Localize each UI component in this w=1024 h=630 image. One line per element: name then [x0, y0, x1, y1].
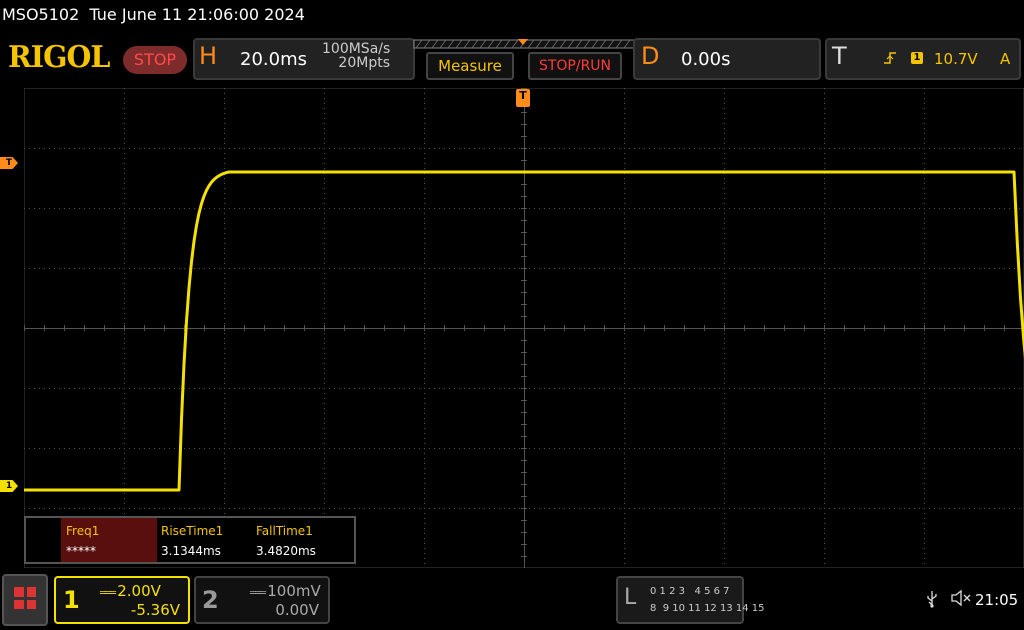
measurement-value: 3.1344ms	[161, 544, 221, 558]
measurement-value: *****	[66, 544, 96, 558]
measure-button[interactable]: Measure	[426, 52, 514, 80]
trigger-mode: A	[1000, 50, 1011, 68]
window-title: MSO5102 Tue June 11 21:06:00 2024	[2, 5, 305, 24]
dc-coupling-icon: ═══	[100, 588, 118, 599]
logic-label: L	[624, 585, 637, 610]
trigger-position-marker[interactable]: T	[516, 89, 530, 107]
trigger-label: T	[832, 42, 847, 70]
channel2-offset: 0.00V	[275, 601, 319, 619]
delay-label: D	[641, 42, 660, 70]
channel1-scale-value: 2.00V	[117, 582, 161, 600]
channel1-scale: ═══ 2.00V	[100, 582, 161, 600]
measurement-label[interactable]: FallTime1	[256, 524, 313, 538]
channel1-number: 1	[63, 586, 80, 614]
measurement-value: 3.4820ms	[256, 544, 316, 558]
memory-depth: 20Mpts	[338, 55, 390, 71]
dc-coupling-icon: ═══	[250, 588, 268, 599]
channel1-offset: -5.36V	[130, 601, 180, 619]
horizontal-label: H	[199, 42, 218, 70]
channel2-scale: ═══ 100mV	[250, 582, 321, 600]
trigger-source-badge: 1	[911, 52, 923, 64]
menu-grid-icon	[14, 587, 36, 609]
trigger-panel[interactable]	[825, 38, 1021, 80]
channel1-offset-marker[interactable]: 1	[0, 480, 18, 492]
memory-position-bar[interactable]	[412, 37, 636, 51]
timebase-value: 20.0ms	[240, 49, 307, 70]
logic-channels-row2: 8 9 10 11 12 13 14 15	[650, 603, 765, 614]
waveform-display[interactable]	[24, 88, 1024, 568]
trigger-level-value: 10.7V	[934, 50, 978, 68]
channel2-scale-value: 100mV	[267, 582, 321, 600]
stop-run-button[interactable]: STOP/RUN	[528, 52, 622, 80]
channel2-number: 2	[202, 586, 219, 614]
logic-channels-row1: 0 1 2 3 4 5 6 7	[650, 586, 730, 597]
sample-rate-info: 100MSa/s 20Mpts	[322, 42, 390, 70]
usb-icon	[926, 590, 938, 612]
speaker-muted-icon[interactable]	[950, 589, 972, 611]
rising-edge-icon	[883, 50, 897, 70]
delay-value: 0.00s	[681, 49, 731, 70]
clock: 21:05	[975, 591, 1019, 609]
sample-rate: 100MSa/s	[322, 41, 391, 57]
rigol-logo: RIGOL	[8, 40, 110, 75]
run-state-badge[interactable]: STOP	[123, 46, 187, 74]
measurement-label[interactable]: Freq1	[66, 524, 99, 538]
trigger-level-marker[interactable]: T	[0, 157, 18, 169]
measurement-label[interactable]: RiseTime1	[161, 524, 223, 538]
